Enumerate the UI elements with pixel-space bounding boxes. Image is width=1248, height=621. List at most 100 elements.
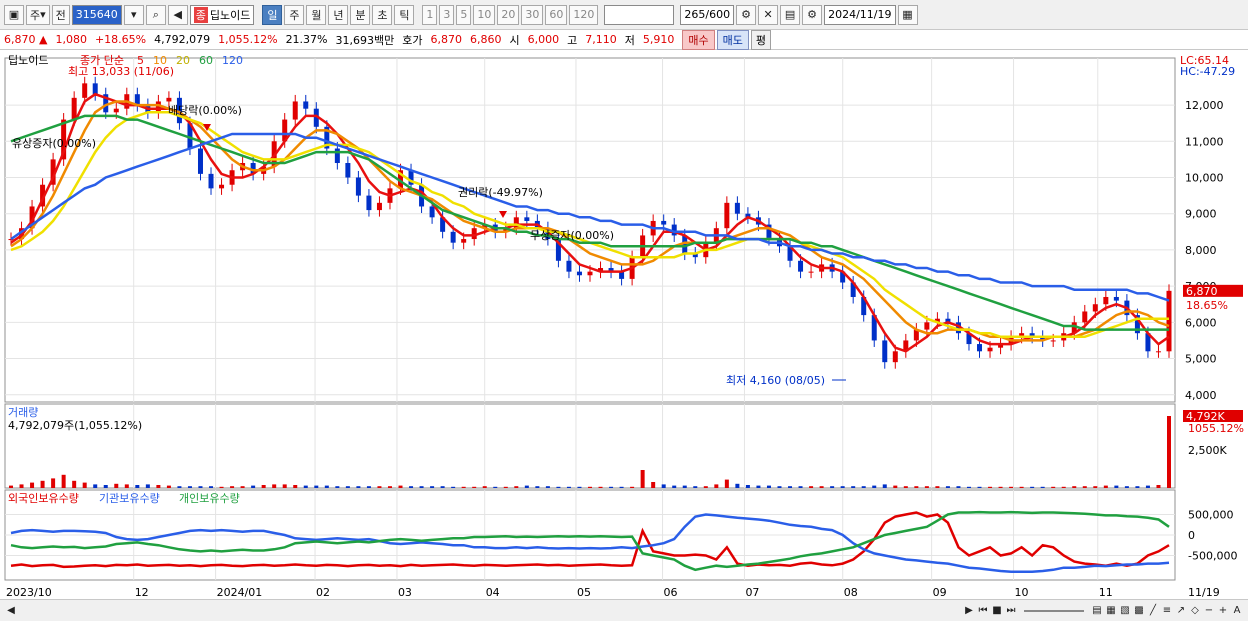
- chart-type-icon[interactable]: ▤: [1090, 604, 1104, 618]
- volume-bar: [472, 486, 477, 488]
- volume-bar: [966, 486, 971, 488]
- x-tick-label: 06: [664, 586, 678, 599]
- chart-settings-icon[interactable]: ⚙: [736, 4, 757, 25]
- stock-name-field[interactable]: 종 딥노이드: [189, 4, 255, 25]
- save-icon[interactable]: ▤: [780, 4, 801, 25]
- candle: [197, 148, 203, 174]
- volume-bar: [556, 486, 561, 488]
- candle: [1050, 340, 1056, 342]
- volume-bar: [335, 486, 340, 488]
- open-label: 시: [509, 33, 520, 47]
- volume-bar: [682, 485, 687, 488]
- sell-button[interactable]: 매도: [716, 29, 749, 50]
- tab-2[interactable]: 월: [306, 4, 327, 25]
- volume-bar: [61, 474, 66, 488]
- font-size-icon[interactable]: A: [1230, 604, 1244, 618]
- volume-bar: [419, 486, 424, 488]
- interval-30[interactable]: 30: [521, 4, 544, 25]
- tab-3[interactable]: 년: [328, 4, 349, 25]
- volume-bar: [9, 485, 13, 488]
- volume-bar: [366, 486, 371, 488]
- volume-bar: [230, 486, 235, 488]
- candle: [1155, 351, 1161, 353]
- count-field[interactable]: 265/600: [680, 4, 735, 25]
- y-tick-label: 11,000: [1185, 135, 1224, 148]
- ask1: 6,870: [430, 33, 463, 46]
- eval-button[interactable]: 평: [750, 29, 771, 50]
- previous-button[interactable]: 전: [51, 4, 70, 25]
- last-pct: 18.65%: [1186, 299, 1228, 312]
- minus-icon[interactable]: −: [1202, 604, 1216, 618]
- volume-bar: [461, 486, 466, 488]
- date-field[interactable]: 2024/11/19: [824, 4, 896, 25]
- volume-bar: [1135, 486, 1140, 488]
- candle: [376, 202, 382, 211]
- grid-icon[interactable]: ▩: [1132, 604, 1146, 618]
- first-icon[interactable]: ⏮: [976, 604, 990, 618]
- volume-bar: [766, 485, 771, 488]
- interval-60[interactable]: 60: [545, 4, 568, 25]
- interval-5[interactable]: 5: [456, 4, 472, 25]
- volume-bar: [577, 486, 582, 488]
- candle: [576, 271, 582, 276]
- candle: [345, 163, 351, 178]
- candle: [987, 347, 993, 352]
- trend-icon[interactable]: ╱: [1146, 604, 1160, 618]
- volume-bar: [545, 486, 550, 488]
- ma-legend-120: 120: [222, 54, 243, 67]
- tab-1[interactable]: 주: [284, 4, 305, 25]
- plus-icon[interactable]: +: [1216, 604, 1230, 618]
- volume-bar: [514, 486, 519, 488]
- ma-legend-20: 20: [176, 54, 190, 67]
- toolbar: ▣ 주 ▾ 전 315640 ▾ ⌕ ◀ 종 딥노이드 일주월년분초틱 1 3 5 10 2…: [0, 0, 1248, 30]
- tab-0[interactable]: 일: [262, 4, 283, 25]
- interval-10[interactable]: 10: [473, 4, 496, 25]
- code-dropdown-icon[interactable]: ▾: [123, 4, 144, 25]
- volume-bar: [1082, 486, 1087, 488]
- volume-bar: [409, 486, 414, 488]
- buy-button[interactable]: 매수: [682, 29, 715, 50]
- tab-6[interactable]: 틱: [394, 4, 415, 25]
- interval-1[interactable]: 1: [422, 4, 438, 25]
- volume-bar: [977, 486, 982, 488]
- volume-bar: [851, 486, 856, 488]
- last-icon[interactable]: ⏭: [1004, 604, 1018, 618]
- gear-icon[interactable]: ⚙: [802, 4, 823, 25]
- volume-bar: [314, 485, 319, 488]
- interval-120[interactable]: 120: [569, 4, 599, 25]
- fib-icon[interactable]: ≡: [1160, 604, 1174, 618]
- scroll-left-icon[interactable]: ◀: [4, 604, 18, 618]
- candle: [355, 177, 361, 196]
- volume-bar: [30, 482, 35, 488]
- layout-icon[interactable]: ▦: [1104, 604, 1118, 618]
- period-tabs: 일주월년분초틱: [262, 4, 416, 25]
- scroll-right-icon[interactable]: ▶: [962, 604, 976, 618]
- period-type-dropdown[interactable]: 주 ▾: [26, 4, 50, 25]
- cursor-icon[interactable]: ↗: [1174, 604, 1188, 618]
- window-icon[interactable]: ▣: [4, 4, 24, 25]
- calendar-icon[interactable]: ▦: [897, 4, 918, 25]
- high-annotation: 최고 13,033 (11/06): [68, 65, 174, 78]
- pin-icon[interactable]: ◇: [1188, 604, 1202, 618]
- volume-bar: [935, 486, 940, 488]
- interval-3[interactable]: 3: [439, 4, 455, 25]
- blank-dropdown[interactable]: [604, 4, 675, 25]
- layout2-icon[interactable]: ▧: [1118, 604, 1132, 618]
- stop-icon[interactable]: ■: [990, 604, 1004, 618]
- volume-bar: [840, 486, 845, 488]
- volume-bar: [261, 485, 266, 488]
- zoom-slider[interactable]: [1024, 609, 1084, 612]
- holding-ytick: 500,000: [1188, 509, 1234, 522]
- volume-bar: [135, 485, 140, 488]
- tab-4[interactable]: 분: [350, 4, 371, 25]
- stock-chart[interactable]: 2023/10 12 2024/01 02 03 04 05 06 07 08 09 10 11 11/1…: [0, 50, 1248, 599]
- candle: [808, 271, 814, 273]
- tab-5[interactable]: 초: [372, 4, 393, 25]
- low-label: 저: [624, 33, 635, 47]
- interval-20[interactable]: 20: [497, 4, 520, 25]
- indicator-icon[interactable]: ✕: [758, 4, 779, 25]
- speaker-icon[interactable]: ◀: [167, 4, 188, 25]
- search-icon[interactable]: ⌕: [145, 4, 166, 25]
- volume-bar: [819, 486, 824, 488]
- stock-code-input[interactable]: 315640: [71, 4, 122, 25]
